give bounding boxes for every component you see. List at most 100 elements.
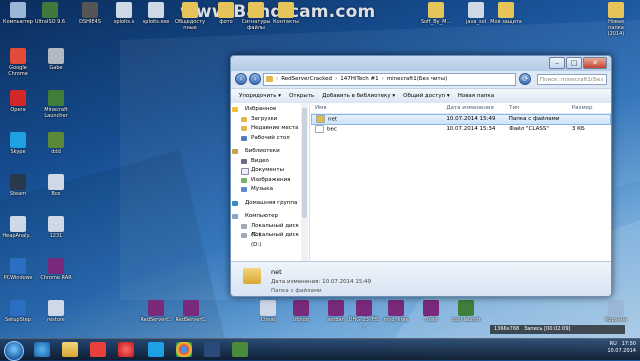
desktop-icon-item[interactable]: Компьютер <box>2 2 34 25</box>
chrome-icon[interactable] <box>176 342 192 357</box>
search-input[interactable]: Поиск: minecraft1(Без читы) <box>537 73 607 94</box>
desktop-icon-item[interactable]: restore <box>40 300 72 323</box>
desktop-icon-item[interactable]: obhod <box>285 300 317 323</box>
desktop-icon-item[interactable]: SetupStep <box>2 300 34 323</box>
desktop-icon-item[interactable]: Steam <box>2 174 34 197</box>
breadcrumb-item[interactable]: RedServerCracked <box>281 76 332 82</box>
nav-item-drive-d[interactable]: Локальный диск (D:) <box>231 231 309 248</box>
desktop-icon-item[interactable]: DSHIE4S <box>74 2 106 25</box>
shortcut-icon <box>278 2 294 18</box>
desktop-icon-item[interactable]: Cheat <box>252 300 284 323</box>
skype-icon[interactable] <box>148 342 164 357</box>
folder-icon <box>316 115 325 123</box>
nav-computer[interactable]: Компьютер <box>231 212 309 222</box>
nav-item-drive-c[interactable]: Локальный диск (C:) <box>231 222 309 238</box>
nav-item-recent[interactable]: Недавние места <box>231 124 309 134</box>
shortcut-icon <box>248 2 264 18</box>
desktop-icon-label: cool launch <box>451 317 481 323</box>
clock-date[interactable]: 10.07.2014 <box>607 348 636 354</box>
desktop-icon-item[interactable]: ddd <box>40 132 72 155</box>
organize-button[interactable]: Упорядочить ▾ <box>239 93 281 99</box>
recent-places-icon <box>241 126 247 131</box>
column-size[interactable]: Размер <box>568 103 611 113</box>
desktop-icon-item[interactable]: Общедоступные <box>174 2 206 31</box>
desktop-icon-item[interactable]: DHG_23_FB... <box>348 300 380 329</box>
desktop-icon-label: RedServerC... <box>175 317 207 329</box>
desktop-icon-item[interactable]: Сигнатуры файлы <box>240 2 272 31</box>
desktop-icon-item[interactable]: mod_Xray <box>380 300 412 323</box>
nav-item-video[interactable]: Видео <box>231 157 309 167</box>
scrollbar-thumb[interactable] <box>302 108 307 218</box>
explorer-icon[interactable] <box>62 342 78 357</box>
opera-icon[interactable] <box>118 342 134 357</box>
nav-item-downloads[interactable]: Загрузки <box>231 115 309 125</box>
maximize-button[interactable]: □ <box>566 57 582 69</box>
start-button[interactable] <box>4 341 24 361</box>
desktop-icon-item[interactable]: Google Chrome <box>2 48 34 77</box>
shortcut-icon <box>48 48 64 64</box>
shortcut-icon <box>10 216 26 232</box>
file-row[interactable]: net 10.07.2014 15:49 Папка с файлами <box>311 114 611 125</box>
desktop-icon-item[interactable]: Box <box>40 174 72 197</box>
desktop-icon-item[interactable]: RedServerC... <box>175 300 207 329</box>
desktop-icon-item[interactable]: Контакты <box>270 2 302 25</box>
media-player-icon[interactable] <box>204 342 220 357</box>
desktop-icon-item[interactable]: cool launch <box>450 300 482 323</box>
new-folder-button[interactable]: Новая папка <box>458 93 494 99</box>
nav-item-desktop[interactable]: Рабочий стол <box>231 134 309 144</box>
desktop-icon-item[interactable]: Soft_By_M... <box>420 2 452 25</box>
desktop-icon-item[interactable]: Новая папка (2014) <box>600 2 632 37</box>
desktop-icon-item[interactable]: java_sol <box>460 2 492 25</box>
window-titlebar[interactable]: – □ ✕ <box>231 56 611 71</box>
desktop-icon-item[interactable]: Opera <box>2 90 34 113</box>
nav-item-music[interactable]: Музыка <box>231 185 309 195</box>
desktop-icon-item[interactable]: PCWindows <box>2 258 34 281</box>
desktop-icon-item[interactable]: sploits.exe <box>140 2 172 25</box>
minimize-button[interactable]: – <box>549 57 565 69</box>
desktop-icon-item[interactable]: UltraISO 9.6 <box>34 2 66 25</box>
desktop-icon-item[interactable]: HeapAnaly... <box>2 216 34 239</box>
minecraft-icon[interactable] <box>232 342 248 357</box>
nav-item-pictures[interactable]: Изображения <box>231 176 309 186</box>
language-indicator[interactable]: RU <box>610 341 617 347</box>
desktop-icon-item[interactable]: sploits.s <box>108 2 140 25</box>
ie-icon[interactable] <box>34 342 50 357</box>
column-name[interactable]: Имя <box>311 103 442 113</box>
back-button[interactable]: ‹ <box>235 73 247 85</box>
desktop-icon-item[interactable]: Gabe <box>40 48 72 71</box>
desktop-icon-item[interactable]: Minecraft Launcher <box>40 90 72 119</box>
share-button[interactable]: Общий доступ ▾ <box>403 93 450 99</box>
column-date[interactable]: Дата изменения <box>442 103 505 113</box>
system-tray[interactable]: RU 17:50 10.07.2014 <box>607 341 636 355</box>
breadcrumb-item[interactable]: 147HiTech #1 <box>340 76 378 82</box>
yandex-icon[interactable] <box>90 342 106 357</box>
column-type[interactable]: Тип <box>505 103 568 113</box>
shortcut-icon <box>428 2 444 18</box>
breadcrumb-item[interactable]: minecraft1(Без читы) <box>387 76 447 82</box>
address-bar[interactable]: › RedServerCracked › 147HiTech #1 › mine… <box>263 72 516 86</box>
add-to-library-button[interactable]: Добавить в библиотеку ▾ <box>322 93 395 99</box>
nav-item-documents[interactable]: Документы <box>231 166 309 176</box>
desktop-icon-item[interactable]: фото <box>210 2 242 25</box>
file-row[interactable]: bec 10.07.2014 15:34 Файл "CLASS" 3 КБ <box>311 125 611 134</box>
nav-homegroup[interactable]: Домашняя группа <box>231 199 309 209</box>
close-button[interactable]: ✕ <box>583 57 607 69</box>
desktop-icon-item[interactable]: Моя защита <box>490 2 522 25</box>
refresh-button[interactable]: ⟳ <box>519 73 531 85</box>
desktop-icon-label: Моя защита <box>490 19 522 25</box>
desktop-icon-item[interactable]: RedServerC... <box>140 300 172 329</box>
nav-libraries[interactable]: Библиотеки <box>231 147 309 157</box>
desktop-icon-item[interactable]: Skype <box>2 132 34 155</box>
forward-button[interactable]: › <box>249 73 261 85</box>
desktop-icon-item[interactable]: 1231 <box>40 216 72 239</box>
desktop-icon-item[interactable]: Корзина <box>600 300 632 323</box>
open-button[interactable]: Открыть <box>289 93 314 99</box>
desktop-icon-item[interactable]: Trash <box>415 300 447 323</box>
clock-time[interactable]: 17:50 <box>622 341 636 347</box>
desktop-icon-label: Minecraft Launcher <box>44 107 68 119</box>
desktop-icon-item[interactable]: Chrome RAR <box>40 258 72 281</box>
shortcut-icon <box>48 258 64 274</box>
navigation-scrollbar[interactable] <box>301 103 308 262</box>
navigation-pane: Избранное Загрузки Недавние места Рабочи… <box>231 103 310 262</box>
nav-favorites[interactable]: Избранное <box>231 105 309 115</box>
